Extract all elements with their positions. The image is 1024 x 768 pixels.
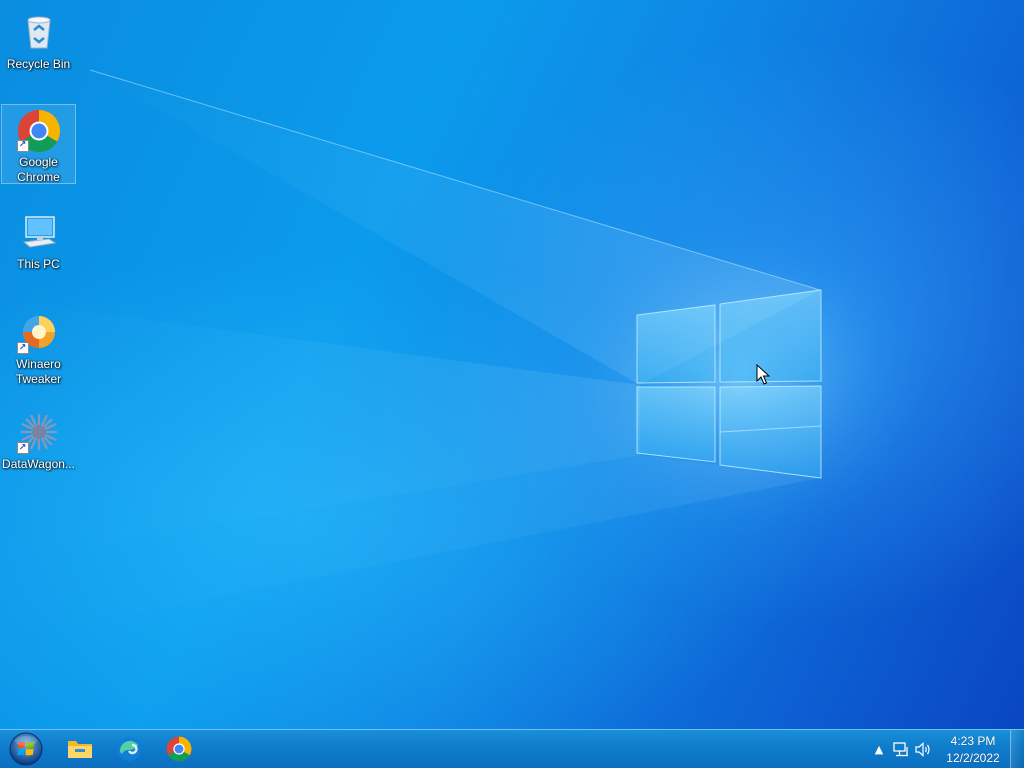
- taskbar: ▲ 4:23 PM 12/2/2022: [0, 729, 1024, 768]
- desktop-icon-google-chrome[interactable]: ↗ Google Chrome: [1, 104, 76, 184]
- wallpaper: [0, 69, 930, 640]
- show-desktop-button[interactable]: [1010, 730, 1024, 768]
- desktop-icon-label: DataWagon...: [2, 457, 75, 471]
- desktop[interactable]: Recycle Bin ↗ Google Chrome This PC ↗ Wi…: [0, 0, 1024, 729]
- taskbar-microsoft-edge[interactable]: [108, 732, 150, 766]
- windows-orb-icon: [9, 732, 43, 766]
- volume-icon[interactable]: [912, 735, 934, 765]
- shortcut-arrow-icon: ↗: [16, 139, 29, 152]
- desktop-icon-label: Winaero Tweaker: [15, 357, 62, 386]
- clock-date: 12/2/2022: [946, 750, 1000, 765]
- desktop-icon-label: Google Chrome: [17, 154, 60, 183]
- datawagon-icon: ↗: [15, 408, 63, 456]
- computer-icon: [15, 208, 63, 256]
- show-hidden-icons-icon[interactable]: ▲: [868, 735, 890, 765]
- desktop-icon-this-pc[interactable]: This PC: [1, 204, 76, 272]
- shortcut-arrow-icon: ↗: [16, 442, 29, 454]
- system-tray: ▲ 4:23 PM 12/2/2022: [868, 730, 1006, 768]
- desktop-icon-recycle-bin[interactable]: Recycle Bin: [1, 4, 76, 72]
- file-explorer-icon: [68, 741, 92, 758]
- clock[interactable]: 4:23 PM 12/2/2022: [940, 733, 1006, 767]
- desktop-icon-datawagon[interactable]: ↗ DataWagon...: [1, 404, 76, 472]
- edge-icon: [117, 737, 141, 761]
- clock-time: 4:23 PM: [950, 733, 996, 748]
- desktop-icon-label: Recycle Bin: [6, 57, 71, 71]
- taskbar-file-explorer[interactable]: [59, 732, 101, 766]
- desktop-icon-label: This PC: [17, 257, 60, 271]
- chrome-icon: ↗: [15, 109, 63, 154]
- recycle-bin-icon: [15, 8, 63, 56]
- network-icon[interactable]: [890, 735, 912, 765]
- chrome-icon: [166, 736, 192, 762]
- desktop-icon-winaero-tweaker[interactable]: ↗ Winaero Tweaker: [1, 304, 76, 387]
- mouse-cursor-icon: [756, 364, 770, 385]
- taskbar-google-chrome[interactable]: [158, 732, 200, 766]
- winaero-tweaker-icon: ↗: [15, 308, 63, 356]
- start-button[interactable]: [6, 732, 46, 766]
- shortcut-arrow-icon: ↗: [16, 342, 29, 354]
